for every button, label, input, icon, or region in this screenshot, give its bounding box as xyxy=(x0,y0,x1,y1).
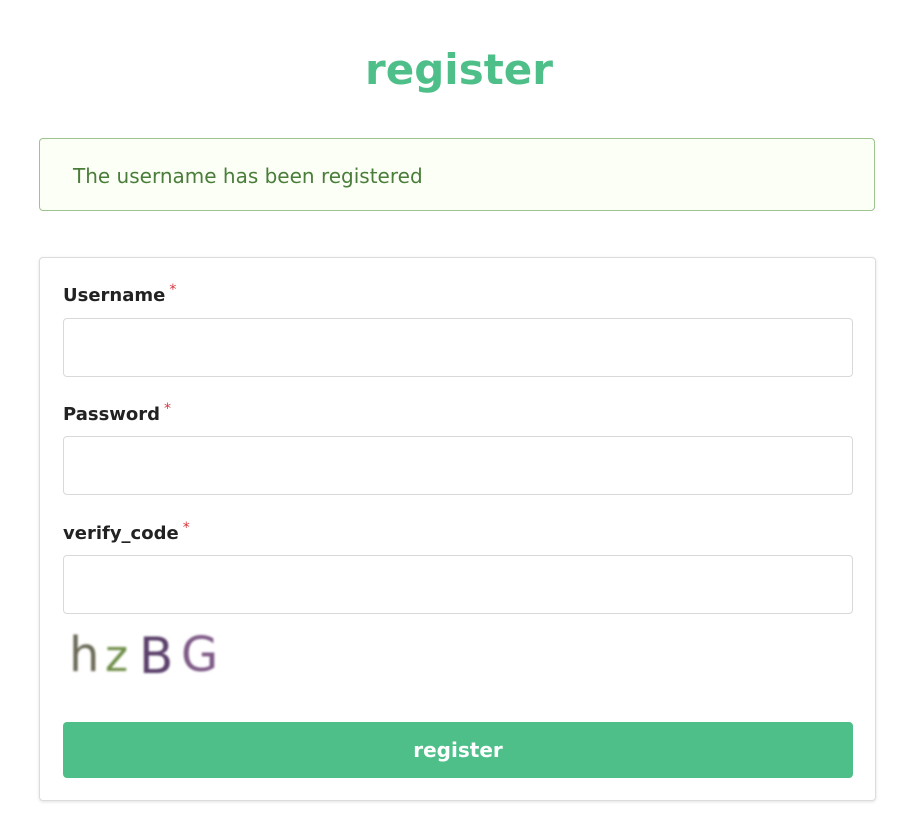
verify-code-label: verify_code * xyxy=(63,520,190,545)
username-input[interactable] xyxy=(63,318,853,377)
alert-message: The username has been registered xyxy=(73,164,423,188)
captcha-char: B xyxy=(139,627,173,685)
username-required-mark: * xyxy=(169,282,177,298)
register-button[interactable]: register xyxy=(63,722,853,778)
register-form: Username * Password * verify_code * h z B G… xyxy=(39,257,876,801)
verify-code-label-text: verify_code xyxy=(63,523,179,544)
captcha-graphic: h z B G xyxy=(69,627,218,685)
success-alert: The username has been registered xyxy=(39,138,875,211)
verify-code-input[interactable] xyxy=(63,555,853,614)
password-label: Password * xyxy=(63,401,172,426)
username-label-text: Username xyxy=(63,285,166,306)
page-title: register xyxy=(365,45,553,95)
password-label-text: Password xyxy=(63,404,161,425)
username-label: Username * xyxy=(63,282,177,307)
password-required-mark: * xyxy=(164,401,172,417)
captcha-char: z xyxy=(105,631,128,682)
captcha-char: G xyxy=(181,627,218,683)
captcha-char: h xyxy=(69,627,99,683)
password-input[interactable] xyxy=(63,436,853,495)
captcha-image[interactable]: h z B G xyxy=(63,621,233,685)
verify-code-required-mark: * xyxy=(182,520,190,536)
